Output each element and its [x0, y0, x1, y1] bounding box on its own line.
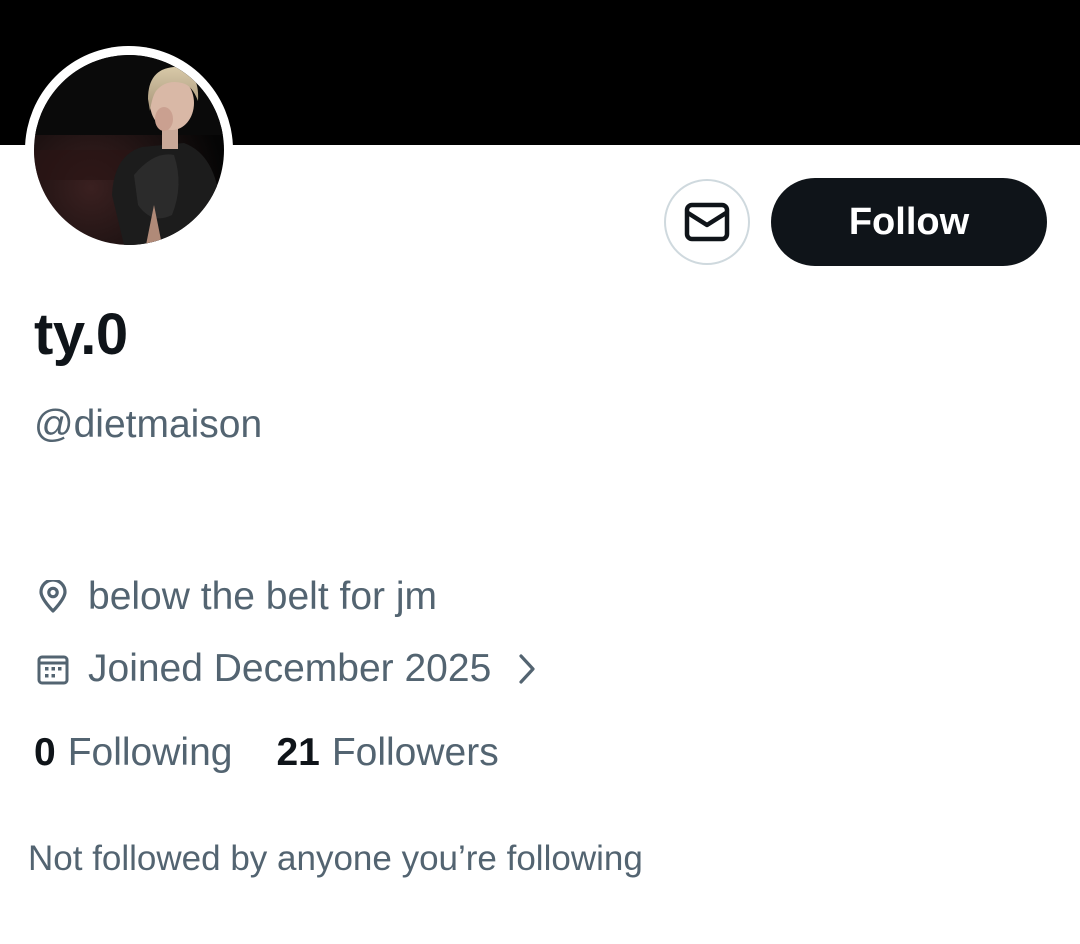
envelope-icon — [684, 202, 730, 242]
following-label: Following — [67, 731, 233, 774]
follow-stats: 0 Following 21 Followers — [34, 728, 499, 778]
profile-joined[interactable]: Joined December 2025 — [36, 644, 537, 694]
mutual-followers-note: Not followed by anyone you’re following — [28, 839, 643, 878]
joined-text: Joined December 2025 — [88, 647, 492, 690]
location-text: below the belt for jm — [88, 575, 438, 618]
calendar-icon — [36, 652, 70, 686]
display-name: ty.0 — [34, 302, 128, 367]
followers-label: Followers — [331, 731, 499, 774]
message-button[interactable] — [664, 179, 750, 265]
profile-location: below the belt for jm — [36, 572, 437, 622]
following-count: 0 — [34, 731, 56, 774]
following-link[interactable]: 0 Following — [34, 728, 232, 778]
username-handle: @dietmaison — [34, 403, 263, 446]
chevron-right-icon — [517, 653, 537, 685]
location-pin-icon — [36, 580, 70, 614]
follow-button[interactable]: Follow — [771, 178, 1047, 266]
avatar-photo — [34, 55, 224, 245]
followers-link[interactable]: 21 Followers — [276, 728, 498, 778]
avatar[interactable] — [25, 46, 233, 254]
followers-count: 21 — [276, 731, 320, 774]
